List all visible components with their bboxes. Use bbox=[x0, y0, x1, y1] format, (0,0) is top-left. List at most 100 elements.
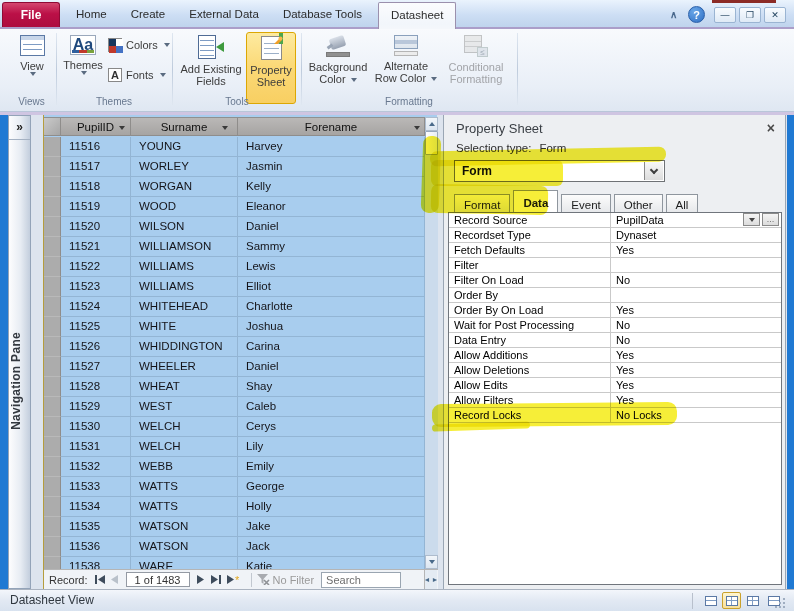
scroll-down-icon[interactable] bbox=[425, 555, 438, 569]
cell[interactable]: Lily bbox=[238, 437, 425, 457]
cell[interactable]: 11538 bbox=[61, 557, 131, 569]
tab-home[interactable]: Home bbox=[64, 2, 119, 27]
cell[interactable]: 11526 bbox=[61, 337, 131, 357]
last-record-button[interactable] bbox=[211, 575, 221, 584]
first-record-button[interactable] bbox=[95, 575, 105, 584]
cell[interactable]: WELCH bbox=[131, 437, 238, 457]
row-selector[interactable] bbox=[44, 217, 61, 237]
cell[interactable]: 11536 bbox=[61, 537, 131, 557]
property-value[interactable]: No bbox=[611, 318, 781, 332]
property-label[interactable]: Record Source bbox=[449, 213, 611, 227]
add-existing-fields-button[interactable]: Add Existing Fields bbox=[178, 32, 244, 87]
combo-dropdown-icon[interactable] bbox=[644, 162, 663, 180]
cell[interactable]: Kelly bbox=[238, 177, 425, 197]
property-label[interactable]: Wait for Post Processing bbox=[449, 318, 611, 332]
cell[interactable]: Katie bbox=[238, 557, 425, 569]
column-header-forename[interactable]: Forename bbox=[238, 118, 425, 135]
next-record-button[interactable] bbox=[197, 575, 205, 584]
themes-button[interactable]: Aa Themes bbox=[60, 32, 106, 75]
row-selector[interactable] bbox=[44, 297, 61, 317]
cell[interactable]: WILSON bbox=[131, 217, 238, 237]
cell[interactable]: 11530 bbox=[61, 417, 131, 437]
row-selector[interactable] bbox=[44, 517, 61, 537]
cell[interactable]: WEBB bbox=[131, 457, 238, 477]
pivot-view-button[interactable] bbox=[743, 592, 762, 609]
combo-dropdown-icon[interactable] bbox=[743, 213, 760, 226]
tab-create[interactable]: Create bbox=[119, 2, 178, 27]
property-value[interactable]: No bbox=[611, 273, 781, 287]
close-icon[interactable]: × bbox=[767, 120, 775, 136]
cell[interactable]: Sammy bbox=[238, 237, 425, 257]
cell[interactable]: WHEELER bbox=[131, 357, 238, 377]
cell[interactable]: George bbox=[238, 477, 425, 497]
property-value[interactable]: Dynaset bbox=[611, 228, 781, 242]
property-label[interactable]: Filter bbox=[449, 258, 611, 272]
property-label[interactable]: Allow Filters bbox=[449, 393, 611, 407]
tab-datasheet[interactable]: Datasheet bbox=[378, 2, 456, 29]
cell[interactable]: Caleb bbox=[238, 397, 425, 417]
property-label[interactable]: Allow Edits bbox=[449, 378, 611, 392]
no-filter-button[interactable]: No Filter bbox=[257, 574, 315, 586]
cell[interactable]: WORGAN bbox=[131, 177, 238, 197]
form-view-button[interactable] bbox=[701, 592, 720, 609]
cell[interactable]: WILLIAMS bbox=[131, 277, 238, 297]
cell[interactable]: 11520 bbox=[61, 217, 131, 237]
help-icon[interactable]: ? bbox=[688, 6, 705, 23]
row-selector[interactable] bbox=[44, 257, 61, 277]
row-selector[interactable] bbox=[44, 537, 61, 557]
cell[interactable]: WHEAT bbox=[131, 377, 238, 397]
colors-button[interactable]: Colors bbox=[108, 38, 170, 52]
row-selector[interactable] bbox=[44, 417, 61, 437]
tab-database-tools[interactable]: Database Tools bbox=[271, 2, 374, 27]
row-selector[interactable] bbox=[44, 277, 61, 297]
cell[interactable]: 11528 bbox=[61, 377, 131, 397]
row-selector[interactable] bbox=[44, 317, 61, 337]
cell[interactable]: Cerys bbox=[238, 417, 425, 437]
property-label[interactable]: Record Locks bbox=[449, 408, 611, 422]
cell[interactable]: 11533 bbox=[61, 477, 131, 497]
cell[interactable]: Carina bbox=[238, 337, 425, 357]
property-value[interactable]: No bbox=[611, 333, 781, 347]
row-selector[interactable] bbox=[44, 157, 61, 177]
cell[interactable]: Shay bbox=[238, 377, 425, 397]
cell[interactable]: WOOD bbox=[131, 197, 238, 217]
alternate-row-color-button[interactable]: Alternate Row Color bbox=[373, 32, 439, 84]
property-value[interactable]: Yes bbox=[611, 393, 781, 407]
previous-record-button[interactable] bbox=[111, 575, 119, 584]
property-value[interactable]: No Locks bbox=[611, 408, 781, 422]
property-value[interactable] bbox=[611, 288, 781, 302]
property-sheet-button[interactable]: Property Sheet bbox=[246, 32, 296, 104]
scrollbar-thumb[interactable] bbox=[425, 131, 438, 155]
row-selector[interactable] bbox=[44, 457, 61, 477]
chevron-down-icon[interactable] bbox=[414, 126, 420, 130]
cell[interactable]: Jake bbox=[238, 517, 425, 537]
cell[interactable]: Jasmin bbox=[238, 157, 425, 177]
cell[interactable]: Lewis bbox=[238, 257, 425, 277]
property-value[interactable]: Yes bbox=[611, 303, 781, 317]
resize-grip[interactable] bbox=[775, 598, 785, 608]
cell[interactable]: 11518 bbox=[61, 177, 131, 197]
property-label[interactable]: Recordset Type bbox=[449, 228, 611, 242]
property-value[interactable] bbox=[611, 258, 781, 272]
property-label[interactable]: Order By On Load bbox=[449, 303, 611, 317]
chevron-down-icon[interactable] bbox=[119, 126, 125, 130]
property-value[interactable]: Yes bbox=[611, 363, 781, 377]
restore-button[interactable]: ❐ bbox=[739, 7, 761, 23]
select-all-cell[interactable] bbox=[44, 118, 61, 135]
cell[interactable]: 11531 bbox=[61, 437, 131, 457]
cell[interactable]: 11535 bbox=[61, 517, 131, 537]
cell[interactable]: Harvey bbox=[238, 137, 425, 157]
cell[interactable]: Charlotte bbox=[238, 297, 425, 317]
row-selector[interactable] bbox=[44, 137, 61, 157]
property-label[interactable]: Filter On Load bbox=[449, 273, 611, 287]
row-selector[interactable] bbox=[44, 357, 61, 377]
cell[interactable]: Daniel bbox=[238, 217, 425, 237]
row-selector[interactable] bbox=[44, 337, 61, 357]
cell[interactable]: 11527 bbox=[61, 357, 131, 377]
cell[interactable]: Joshua bbox=[238, 317, 425, 337]
cell[interactable]: WHIDDINGTON bbox=[131, 337, 238, 357]
minimize-ribbon-icon[interactable]: ∧ bbox=[670, 9, 684, 20]
cell[interactable]: 11516 bbox=[61, 137, 131, 157]
row-selector[interactable] bbox=[44, 437, 61, 457]
cell[interactable]: WATSON bbox=[131, 537, 238, 557]
